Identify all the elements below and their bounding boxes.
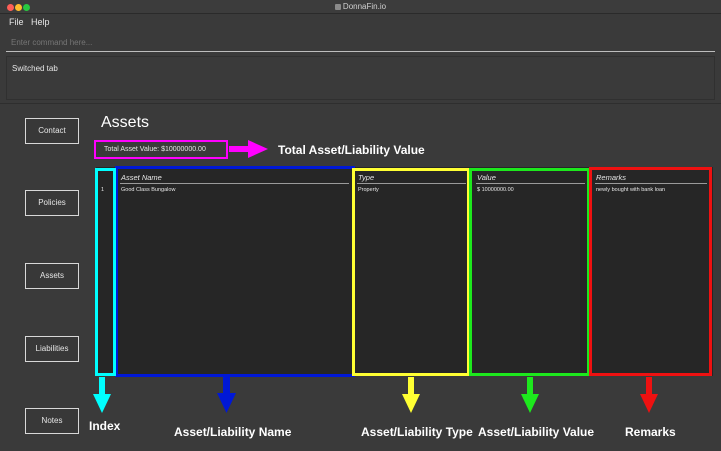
annotation-type: Asset/Liability Type [361,425,473,439]
index-arrow-icon [93,377,111,413]
annotation-total: Total Asset/Liability Value [278,143,425,157]
app-window: DonnaFin.io File Help Switched tab Conta… [0,0,721,451]
annotation-value: Asset/Liability Value [478,425,595,439]
annotation-arrows [93,140,658,413]
annotation-remarks: Remarks [625,425,676,439]
name-arrow-icon [217,377,236,413]
remarks-arrow-icon [640,377,658,413]
type-arrow-icon [402,377,420,413]
annotation-name: Asset/Liability Name [174,425,292,439]
value-arrow-icon [521,377,539,413]
annotation-index: Index [89,419,121,433]
total-arrow-icon [229,140,268,158]
